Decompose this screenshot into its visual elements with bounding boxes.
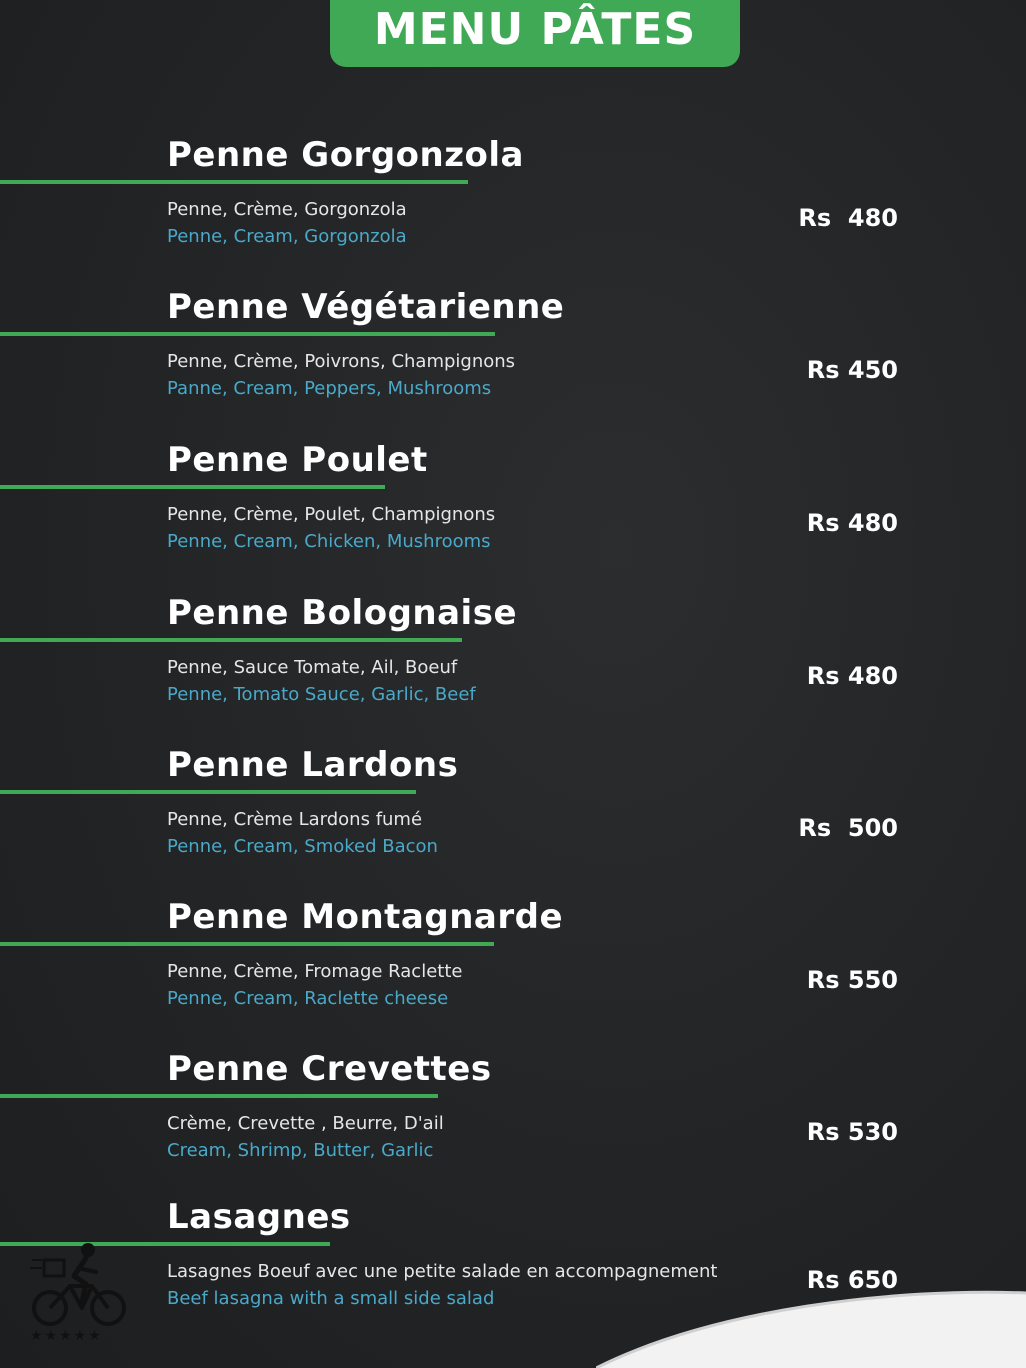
rating-stars: ★★★★★: [30, 1328, 103, 1344]
item-description-en: Penne, Cream, Chicken, Mushrooms: [167, 531, 491, 552]
item-underline: [0, 485, 385, 489]
menu-item: Penne Lardons Penne, Crème Lardons fumé …: [0, 745, 1026, 885]
item-name: Penne Montagnarde: [167, 897, 564, 937]
item-name: Penne Crevettes: [167, 1049, 492, 1089]
item-name: Penne Bolognaise: [167, 593, 518, 633]
item-price: Rs 500: [798, 814, 898, 842]
item-description-fr: Penne, Crème Lardons fumé: [167, 809, 423, 830]
item-name: Penne Végétarienne: [167, 287, 565, 327]
item-description-fr: Penne, Crème, Poulet, Champignons: [167, 504, 496, 525]
menu-item: Penne Crevettes Crème, Crevette , Beurre…: [0, 1049, 1026, 1189]
menu-title: MENU PÂTES: [373, 3, 697, 55]
item-description-en: Beef lasagna with a small side salad: [167, 1288, 495, 1309]
item-description-en: Penne, Tomato Sauce, Garlic, Beef: [167, 684, 476, 705]
item-price: Rs 480: [806, 509, 898, 537]
menu-item: Penne Montagnarde Penne, Crème, Fromage …: [0, 897, 1026, 1037]
item-underline: [0, 942, 494, 946]
item-name: Penne Poulet: [167, 440, 428, 480]
item-name: Lasagnes: [167, 1197, 351, 1237]
item-underline: [0, 790, 416, 794]
item-description-en: Panne, Cream, Peppers, Mushrooms: [167, 378, 492, 399]
item-description-fr: Penne, Crème, Fromage Raclette: [167, 961, 463, 982]
item-description-en: Penne, Cream, Gorgonzola: [167, 226, 407, 247]
menu-item: Penne Poulet Penne, Crème, Poulet, Champ…: [0, 440, 1026, 580]
item-description-fr: Crème, Crevette , Beurre, D'ail: [167, 1113, 444, 1134]
item-underline: [0, 180, 468, 184]
item-description-en: Penne, Cream, Raclette cheese: [167, 988, 449, 1009]
item-underline: [0, 332, 495, 336]
menu-header-tab: MENU PÂTES: [330, 0, 740, 67]
item-description-fr: Penne, Sauce Tomate, Ail, Boeuf: [167, 657, 458, 678]
corner-curve-decoration: [596, 1290, 1026, 1368]
menu-item: Penne Végétarienne Penne, Crème, Poivron…: [0, 287, 1026, 427]
item-name: Penne Lardons: [167, 745, 459, 785]
item-underline: [0, 1094, 438, 1098]
menu-item: Penne Gorgonzola Penne, Crème, Gorgonzol…: [0, 135, 1026, 275]
item-name: Penne Gorgonzola: [167, 135, 524, 175]
item-description-fr: Lasagnes Boeuf avec une petite salade en…: [167, 1261, 718, 1282]
item-price: Rs 450: [806, 356, 898, 384]
item-price: Rs 480: [806, 662, 898, 690]
item-price: Rs 530: [806, 1118, 898, 1146]
item-description-fr: Penne, Crème, Gorgonzola: [167, 199, 407, 220]
item-price: Rs 550: [806, 966, 898, 994]
item-underline: [0, 638, 462, 642]
menu-item: Penne Bolognaise Penne, Sauce Tomate, Ai…: [0, 593, 1026, 733]
item-price: Rs 480: [798, 204, 898, 232]
item-description-en: Penne, Cream, Smoked Bacon: [167, 836, 438, 857]
item-description-fr: Penne, Crème, Poivrons, Champignons: [167, 351, 516, 372]
item-description-en: Cream, Shrimp, Butter, Garlic: [167, 1140, 434, 1161]
